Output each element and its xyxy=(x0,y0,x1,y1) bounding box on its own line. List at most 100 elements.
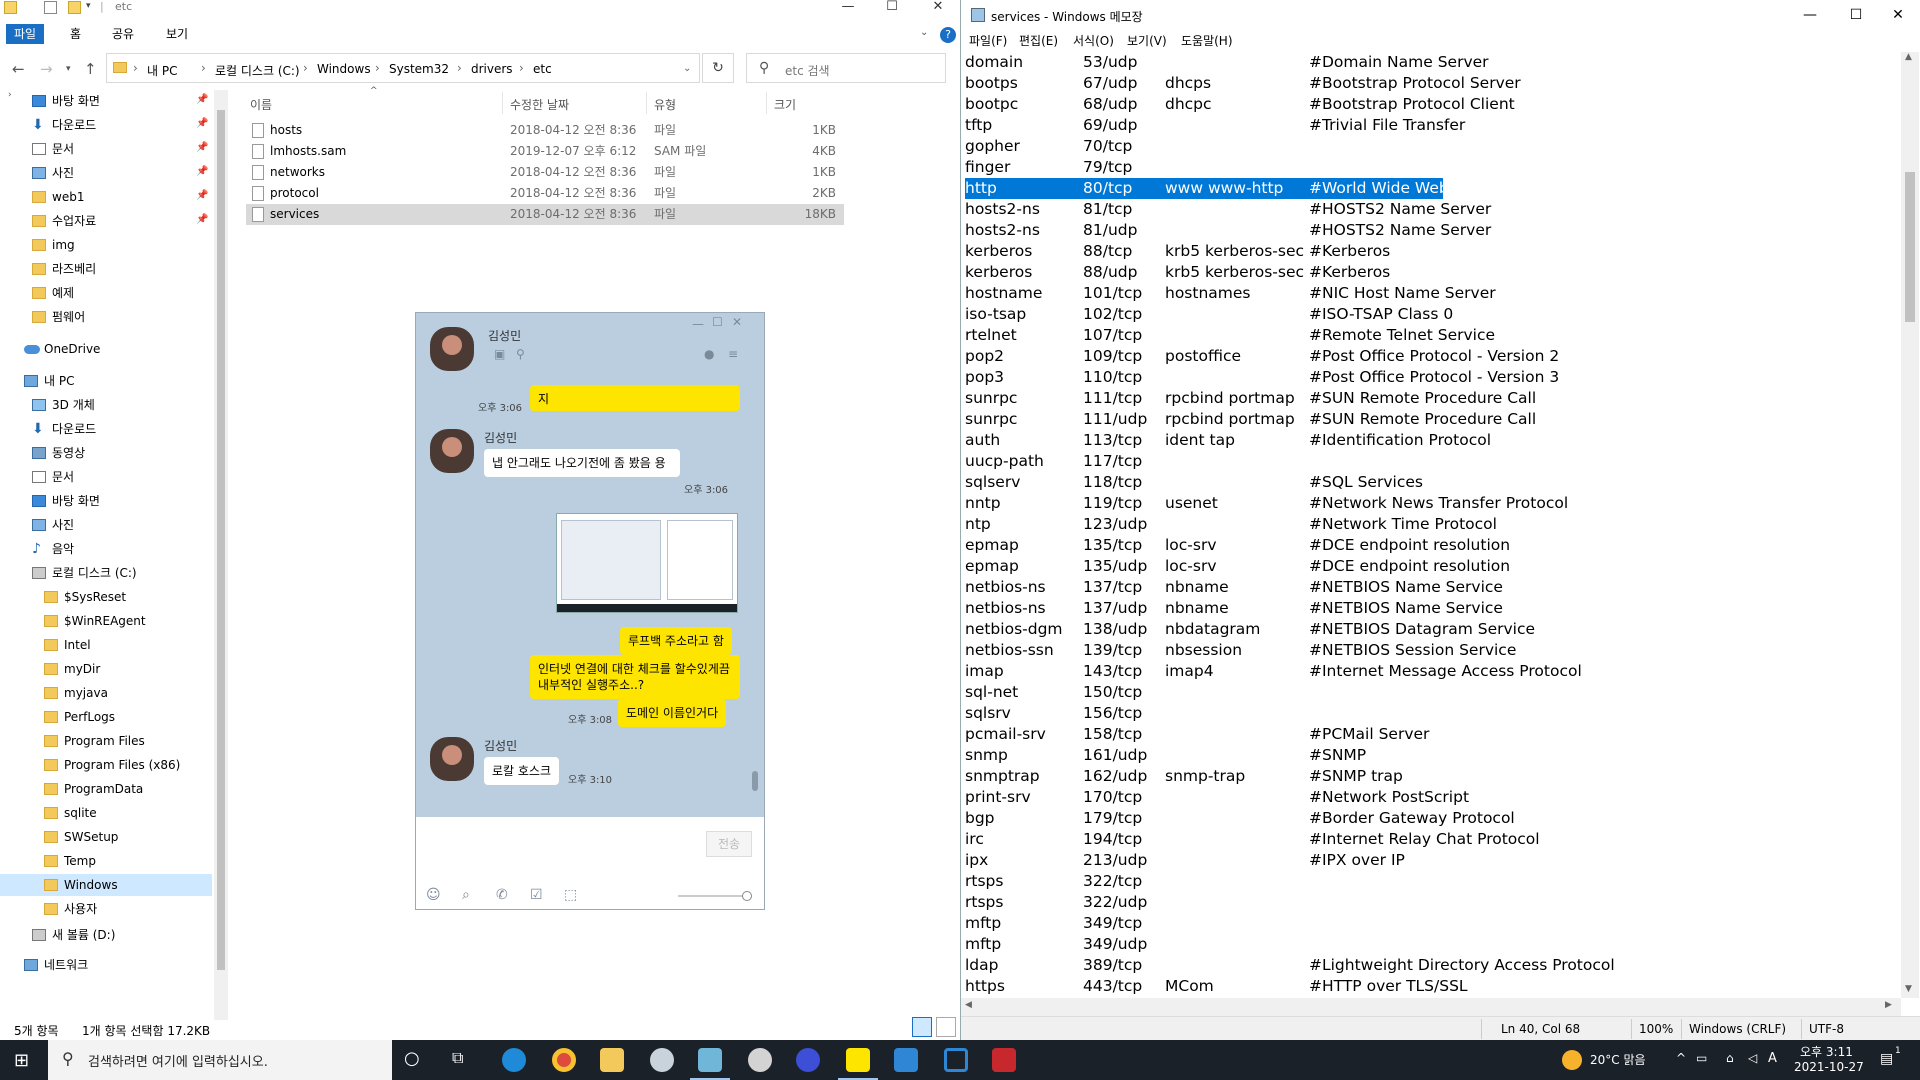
search-icon[interactable]: ⚲ xyxy=(516,347,525,361)
breadcrumb-local-disk[interactable]: 로컬 디스크 (C:) xyxy=(215,62,300,79)
visual-studio-icon[interactable] xyxy=(944,1048,968,1072)
forward-arrow-icon[interactable]: → xyxy=(40,60,53,78)
refresh-icon[interactable]: ↻ xyxy=(702,53,734,83)
column-type[interactable]: 유형 xyxy=(654,96,676,113)
menu-help[interactable]: 도움말(H) xyxy=(1181,32,1233,49)
address-bar[interactable]: › 내 PC › 로컬 디스크 (C:) › Windows › System3… xyxy=(106,53,700,83)
app-icon[interactable] xyxy=(992,1048,1016,1072)
chevron-right-icon[interactable]: › xyxy=(303,61,308,75)
text-line[interactable]: nntp 119/tcp usenet #Network News Transfer … xyxy=(965,493,1895,514)
text-line[interactable]: netbios-ns 137/tcp nbname #NETBIOS Name Ser… xyxy=(965,577,1895,598)
help-icon[interactable]: ? xyxy=(940,27,956,43)
kakaotalk-icon[interactable] xyxy=(838,1048,878,1080)
file-row-selected[interactable]: services 2018-04-12 오전 8:36 파일 18KB xyxy=(246,204,844,225)
scroll-right-icon[interactable]: ▶ xyxy=(1885,1000,1892,1010)
close-button[interactable]: ✕ xyxy=(732,315,742,329)
text-line[interactable]: sunrpc 111/tcp rpcbind portmap #SUN Remote … xyxy=(965,388,1895,409)
vscode-icon[interactable] xyxy=(894,1048,918,1072)
text-line[interactable]: hosts2-ns 81/udp #HOSTS2 Name Server xyxy=(965,220,1895,241)
vertical-scrollbar[interactable]: ▲ ▼ xyxy=(1901,52,1919,998)
file-row[interactable]: networks 2018-04-12 오전 8:36 파일 1KB xyxy=(246,162,844,183)
text-line[interactable]: sunrpc 111/udp rpcbind portmap #SUN Remote … xyxy=(965,409,1895,430)
text-line[interactable]: netbios-dgm 138/udp nbdatagram #NETBIOS Dat… xyxy=(965,619,1895,640)
horizontal-scrollbar[interactable]: ◀ ▶ xyxy=(961,998,1901,1016)
avatar[interactable] xyxy=(430,737,474,781)
scrollbar-thumb[interactable] xyxy=(752,771,758,791)
address-dropdown-icon[interactable]: ⌄ xyxy=(683,63,691,74)
up-arrow-icon[interactable]: ↑ xyxy=(84,60,97,78)
send-button[interactable]: 전송 xyxy=(706,831,752,857)
pin-icon[interactable]: 📌 xyxy=(196,214,208,225)
menu-format[interactable]: 서식(O) xyxy=(1073,32,1114,49)
text-line[interactable]: epmap 135/udp loc-srv #DCE endpoint resolut… xyxy=(965,556,1895,577)
speaker-icon[interactable]: ◁ xyxy=(1748,1051,1757,1065)
text-line[interactable]: finger 79/tcp xyxy=(965,157,1895,178)
opacity-slider[interactable] xyxy=(678,895,748,897)
notepad-text-area[interactable]: domain 53/udp #Domain Name Server bootps 67/… xyxy=(965,52,1895,998)
properties-icon[interactable] xyxy=(44,1,57,14)
scroll-up-icon[interactable]: ▲ xyxy=(1905,52,1912,62)
menu-icon[interactable]: ≡ xyxy=(728,347,738,361)
text-line[interactable]: https 443/tcp MCom #HTTP over TLS/SSL xyxy=(965,976,1895,997)
pin-icon[interactable]: 📌 xyxy=(196,94,208,105)
task-view-icon[interactable]: ⧉ xyxy=(452,1048,463,1068)
paint-icon[interactable] xyxy=(748,1048,772,1072)
maximize-button[interactable]: ☐ xyxy=(1833,4,1879,26)
message-bubble-other[interactable]: 냅 안그래도 나오기전에 좀 봤음 용 xyxy=(484,449,680,477)
file-explorer-icon[interactable] xyxy=(600,1048,624,1072)
zoom-icon[interactable] xyxy=(796,1048,820,1072)
tab-share[interactable]: 공유 xyxy=(104,24,142,44)
chevron-right-icon[interactable]: › xyxy=(519,61,524,75)
text-line[interactable]: gopher 70/tcp xyxy=(965,136,1895,157)
battery-icon[interactable]: ▭ xyxy=(1696,1051,1707,1065)
clock-time[interactable]: 오후 3:11 xyxy=(1800,1043,1853,1060)
scroll-left-icon[interactable]: ◀ xyxy=(965,1000,972,1010)
ime-indicator[interactable]: A xyxy=(1768,1051,1777,1066)
chevron-right-icon[interactable]: › xyxy=(133,61,138,75)
breadcrumb-system32[interactable]: System32 xyxy=(389,62,449,76)
phone-icon[interactable]: ✆ xyxy=(496,887,508,903)
text-line[interactable]: snmp 161/udp #SNMP xyxy=(965,745,1895,766)
capture-icon[interactable]: ⬚ xyxy=(564,887,577,903)
app-icon[interactable] xyxy=(650,1048,674,1072)
weather-sun-icon[interactable] xyxy=(1562,1050,1582,1070)
text-line[interactable]: netbios-ssn 139/tcp nbsession #NETBIOS Sess… xyxy=(965,640,1895,661)
clock-date[interactable]: 2021-10-27 xyxy=(1794,1060,1864,1074)
chevron-right-icon[interactable]: › xyxy=(375,61,380,75)
breadcrumb-windows[interactable]: Windows xyxy=(317,62,371,76)
file-row[interactable]: hosts 2018-04-12 오전 8:36 파일 1KB xyxy=(246,120,844,141)
text-line[interactable]: sqlserv 118/tcp #SQL Services xyxy=(965,472,1895,493)
text-line[interactable]: auth 113/tcp ident tap #Identification Prot… xyxy=(965,430,1895,451)
scrollbar-thumb[interactable] xyxy=(1905,172,1915,322)
pin-icon[interactable]: 📌 xyxy=(196,142,208,153)
pin-icon[interactable]: 📌 xyxy=(196,118,208,129)
file-row[interactable]: lmhosts.sam 2019-12-07 오후 6:12 SAM 파일 4K… xyxy=(246,141,844,162)
breadcrumb-this-pc[interactable]: 내 PC xyxy=(147,62,177,79)
chevron-right-icon[interactable]: › xyxy=(457,61,462,75)
scroll-down-icon[interactable]: ▼ xyxy=(1905,984,1912,994)
text-line[interactable]: ldap 389/tcp #Lightweight Directory Access… xyxy=(965,955,1895,976)
text-line[interactable]: bootps 67/udp dhcps #Bootstrap Protocol Ser… xyxy=(965,73,1895,94)
search-box[interactable]: ⚲ etc 검색 xyxy=(746,53,946,83)
message-bubble-mine[interactable]: 도메인 이름인거다 xyxy=(618,699,727,727)
text-line[interactable]: domain 53/udp #Domain Name Server xyxy=(965,52,1895,73)
text-line[interactable]: kerberos 88/tcp krb5 kerberos-sec #Kerberos xyxy=(965,241,1895,262)
text-line[interactable]: hostname 101/tcp hostnames #NIC Host Name S… xyxy=(965,283,1895,304)
back-arrow-icon[interactable]: ← xyxy=(12,60,25,78)
menu-file[interactable]: 파일(F) xyxy=(969,32,1007,49)
chevron-right-icon[interactable]: › xyxy=(201,61,206,75)
pin-icon[interactable]: 📌 xyxy=(196,190,208,201)
new-folder-icon[interactable] xyxy=(68,1,81,14)
edge-icon[interactable] xyxy=(502,1048,526,1072)
text-line[interactable]: imap 143/tcp imap4 #Internet Message Access… xyxy=(965,661,1895,682)
column-date[interactable]: 수정한 날짜 xyxy=(510,96,569,113)
text-line[interactable]: sqlsrv 156/tcp xyxy=(965,703,1895,724)
emoticon-icon[interactable]: ☺ xyxy=(426,887,441,903)
column-size[interactable]: 크기 xyxy=(774,96,796,113)
text-line[interactable]: uucp-path 117/tcp xyxy=(965,451,1895,472)
column-divider[interactable] xyxy=(766,92,767,114)
cortana-icon[interactable]: ○ xyxy=(404,1048,420,1069)
text-line[interactable]: bootpc 68/udp dhcpc #Bootstrap Protocol Cli… xyxy=(965,94,1895,115)
network-icon[interactable]: ⌂ xyxy=(1726,1051,1734,1065)
text-line[interactable]: epmap 135/tcp loc-srv #DCE endpoint resolut… xyxy=(965,535,1895,556)
